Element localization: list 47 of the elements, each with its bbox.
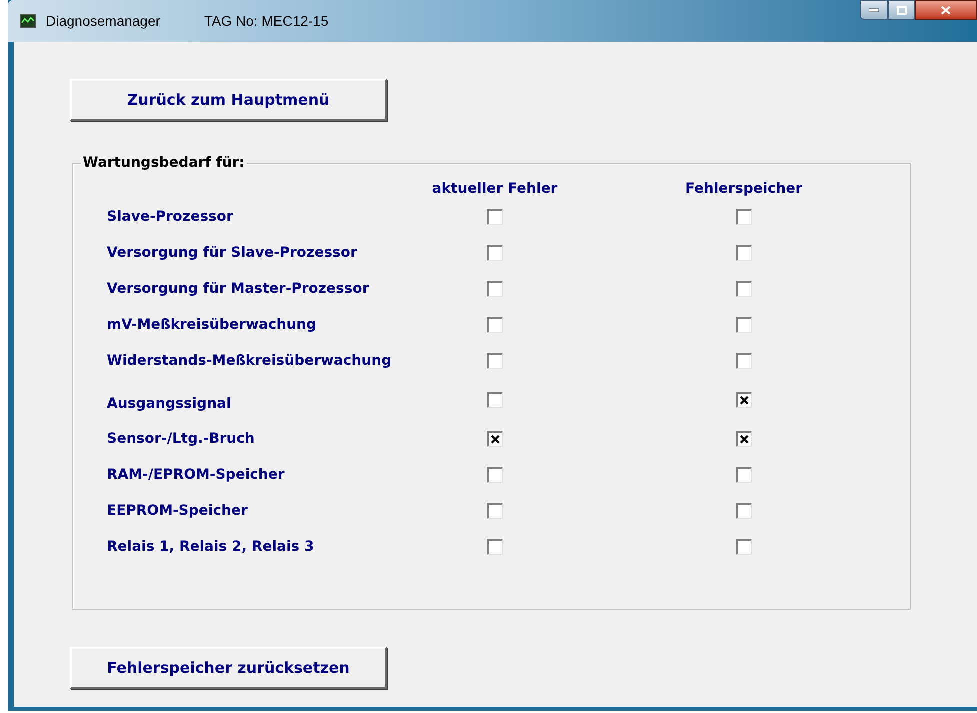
row-label: Slave-Prozessor (107, 208, 234, 226)
checkbox[interactable] (736, 467, 752, 483)
row-label: EEPROM-Speicher (107, 502, 248, 520)
x-icon (740, 396, 749, 405)
checkbox[interactable] (487, 467, 503, 483)
x-icon (740, 435, 749, 444)
checkbox[interactable] (487, 209, 503, 225)
close-icon (941, 6, 951, 14)
checkbox[interactable] (736, 245, 752, 261)
column-header: Fehlerspeicher (686, 180, 802, 199)
checkbox[interactable] (487, 431, 503, 447)
checkbox[interactable] (487, 539, 503, 555)
checkbox[interactable] (487, 503, 503, 519)
row-label: Widerstands-Meßkreisüberwachung (107, 352, 392, 370)
checkbox[interactable] (736, 539, 752, 555)
checkbox[interactable] (487, 245, 503, 261)
maximize-button[interactable] (888, 0, 915, 20)
close-button[interactable] (915, 0, 977, 20)
checkbox[interactable] (736, 353, 752, 369)
group-title: Wartungsbedarf für: (81, 154, 247, 172)
x-icon (491, 435, 500, 444)
checkbox[interactable] (736, 392, 752, 408)
row-label: Sensor-/Ltg.-Bruch (107, 430, 255, 448)
checkbox[interactable] (736, 317, 752, 333)
checkbox[interactable] (487, 353, 503, 369)
reset-button[interactable]: Fehlerspeicher zurücksetzen (70, 647, 387, 689)
checkbox[interactable] (487, 317, 503, 333)
minimize-button[interactable] (860, 0, 888, 20)
checkbox[interactable] (736, 209, 752, 225)
row-label: Ausgangssignal (107, 394, 232, 414)
row-label: Versorgung für Master-Prozessor (107, 280, 370, 298)
row-label: Relais 1, Relais 2, Relais 3 (107, 538, 314, 556)
row-label: mV-Meßkreisüberwachung (107, 316, 317, 334)
checkbox[interactable] (736, 503, 752, 519)
checkbox[interactable] (736, 431, 752, 447)
checkbox[interactable] (487, 281, 503, 297)
row-label: RAM-/EPROM-Speicher (107, 466, 285, 484)
maximize-icon (896, 6, 906, 14)
row-label: Versorgung für Slave-Prozessor (107, 244, 358, 262)
checkbox[interactable] (487, 392, 503, 408)
checkbox[interactable] (736, 281, 752, 297)
back-button[interactable]: Zurück zum Hauptmenü (70, 79, 387, 121)
tag-number: TAG No: MEC12-15 (204, 12, 329, 30)
monitor-icon (20, 14, 36, 28)
window-title: Diagnosemanager (46, 12, 160, 31)
column-header: aktueller Fehler (432, 180, 558, 199)
minimize-icon (869, 8, 879, 12)
